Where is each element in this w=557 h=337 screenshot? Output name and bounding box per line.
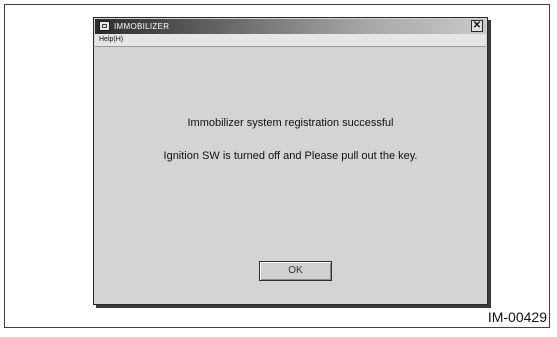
ok-button[interactable]: OK — [259, 261, 332, 281]
figure-id-label: IM-00429 — [487, 309, 547, 325]
message-line-2: Ignition SW is turned off and Please pul… — [163, 150, 418, 162]
message-line-1: Immobilizer system registration successf… — [187, 117, 394, 129]
window-title: IMMOBILIZER — [114, 22, 170, 31]
dialog-body: Immobilizer system registration successf… — [95, 47, 486, 303]
app-icon[interactable] — [99, 21, 110, 31]
close-button[interactable]: ✕ — [471, 20, 483, 32]
figure-frame: IMMOBILIZER ✕ Help(H) Immobilizer system… — [4, 4, 550, 328]
title-bar[interactable]: IMMOBILIZER ✕ — [95, 19, 486, 34]
immobilizer-window: IMMOBILIZER ✕ Help(H) Immobilizer system… — [93, 17, 488, 305]
menu-item-help[interactable]: Help(H) — [99, 35, 123, 45]
menu-bar: Help(H) — [95, 34, 486, 47]
